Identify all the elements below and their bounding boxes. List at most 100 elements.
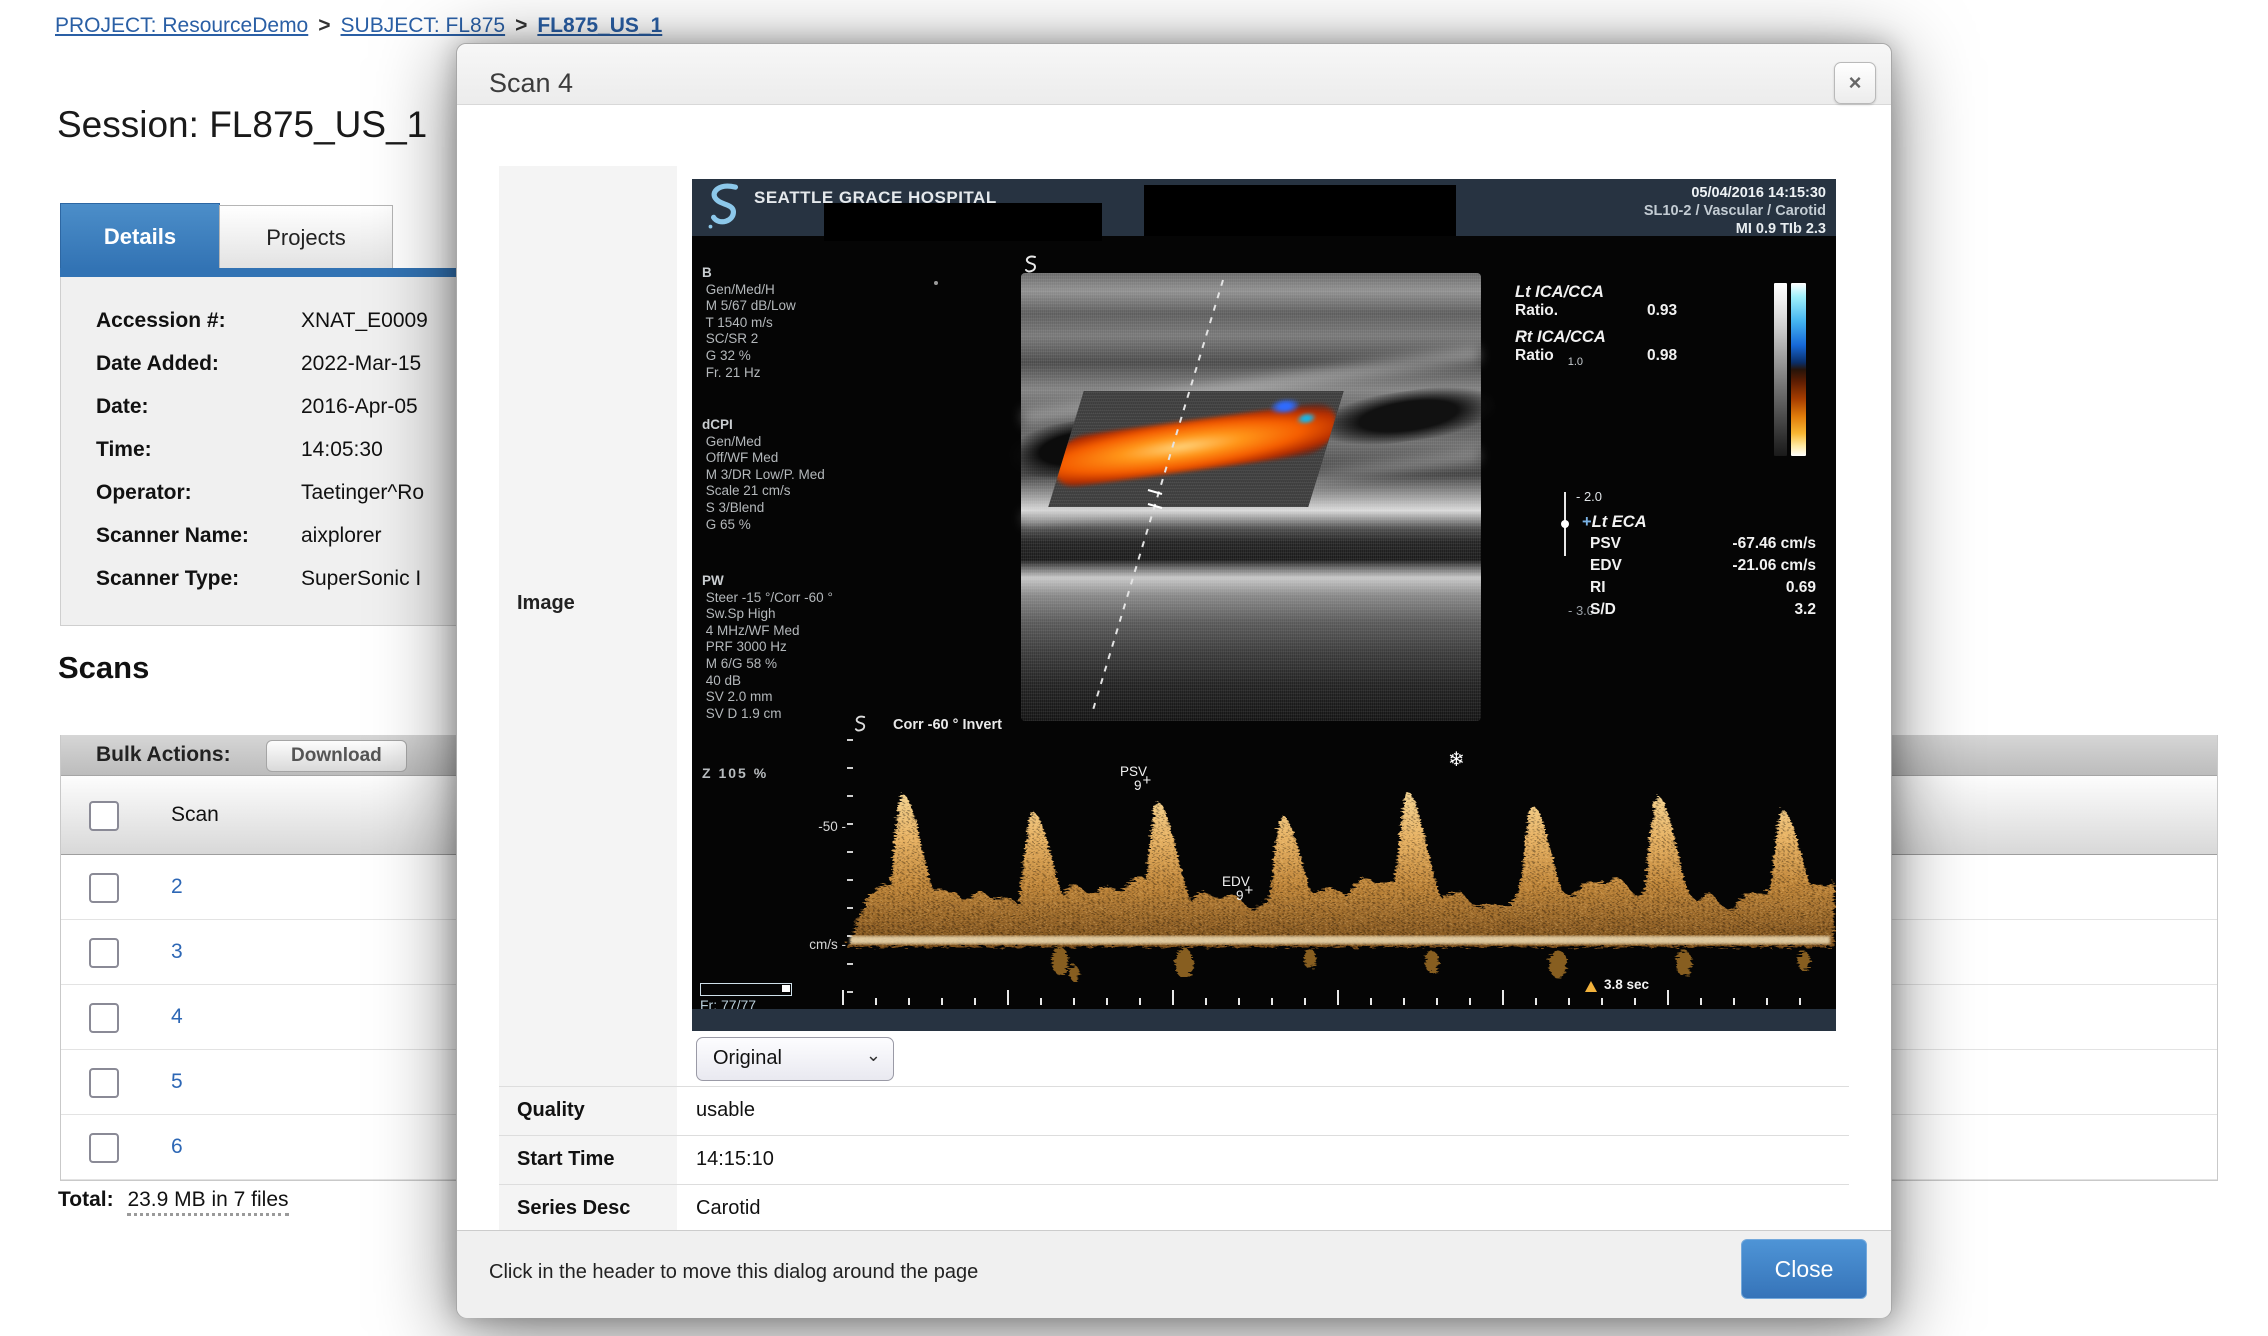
details-value: Taetinger^Ro bbox=[301, 481, 424, 504]
image-version-select[interactable]: Original ⌄ bbox=[696, 1037, 894, 1081]
scan-checkbox[interactable] bbox=[89, 1133, 119, 1163]
scan-link[interactable]: 5 bbox=[171, 1070, 183, 1094]
select-all-checkbox[interactable] bbox=[89, 801, 119, 831]
time-tick bbox=[875, 998, 877, 1005]
details-label: Date: bbox=[96, 385, 301, 428]
details-value: XNAT_E0009 bbox=[301, 309, 428, 332]
page-title: Session: FL875_US_1 bbox=[57, 104, 427, 146]
dialog-title: Scan 4 bbox=[489, 68, 573, 99]
time-tick bbox=[1403, 998, 1405, 1005]
image-row-label: Image bbox=[517, 592, 575, 615]
download-button[interactable]: Download bbox=[266, 740, 407, 772]
time-tick bbox=[1700, 998, 1702, 1005]
info-row-label: Quality bbox=[517, 1099, 585, 1122]
scan-cell: 2 bbox=[171, 855, 183, 919]
scan-checkbox[interactable] bbox=[89, 1003, 119, 1033]
info-row-value: 14:15:10 bbox=[696, 1148, 774, 1171]
dialog-header[interactable]: Scan 4 bbox=[457, 44, 1891, 105]
eca-label: S/D bbox=[1590, 601, 1660, 623]
details-label: Scanner Name: bbox=[96, 514, 301, 557]
tab-projects[interactable]: Projects bbox=[219, 205, 393, 269]
breadcrumb-link[interactable]: PROJECT: ResourceDemo bbox=[55, 14, 308, 37]
total-label: Total: bbox=[58, 1188, 114, 1211]
ultrasound-image: SEATTLE GRACE HOSPITAL 05/04/2016 14:15:… bbox=[692, 179, 1836, 1031]
close-icon[interactable]: × bbox=[1834, 62, 1876, 104]
eca-value: 0.69 bbox=[1660, 579, 1816, 601]
dialog-info-row: Quality usable bbox=[499, 1086, 1849, 1135]
time-tick bbox=[1469, 998, 1471, 1005]
scan-cell: 6 bbox=[171, 1115, 183, 1179]
breadcrumb-separator: > bbox=[505, 14, 537, 37]
scan-checkbox[interactable] bbox=[89, 873, 119, 903]
eca-label: RI bbox=[1590, 579, 1660, 601]
doppler-color-bar bbox=[1791, 283, 1806, 456]
details-row: Scanner Type:SuperSonic I bbox=[96, 557, 428, 600]
time-tick bbox=[1436, 998, 1438, 1005]
scan-checkbox[interactable] bbox=[89, 1068, 119, 1098]
time-tick bbox=[1172, 990, 1174, 1005]
eca-measurement-row: RI0.69 bbox=[1590, 579, 1816, 601]
info-row-label: Series Desc bbox=[517, 1197, 630, 1220]
details-label: Operator: bbox=[96, 471, 301, 514]
scan-cell: 5 bbox=[171, 1050, 183, 1114]
details-value: 2022-Mar-15 bbox=[301, 352, 421, 375]
time-tick bbox=[842, 990, 844, 1005]
scan-link[interactable]: 3 bbox=[171, 940, 183, 964]
details-value: SuperSonic I bbox=[301, 567, 421, 590]
close-button[interactable]: Close bbox=[1741, 1239, 1867, 1299]
total-line: Total: 23.9 MB in 7 files bbox=[58, 1188, 289, 1212]
us-footer-strip bbox=[692, 1009, 1836, 1031]
info-row-value: usable bbox=[696, 1099, 755, 1122]
eca-measurement-row: PSV-67.46 cm/s bbox=[1590, 535, 1816, 557]
details-label: Scanner Type: bbox=[96, 557, 301, 600]
details-value: 2016-Apr-05 bbox=[301, 395, 418, 418]
time-tick bbox=[908, 998, 910, 1005]
total-files-link[interactable]: 23.9 MB in 7 files bbox=[127, 1188, 288, 1216]
time-tick bbox=[941, 998, 943, 1005]
lt-ratio-label: Ratio. bbox=[1515, 302, 1558, 319]
scan-link[interactable]: 6 bbox=[171, 1135, 183, 1159]
time-tick bbox=[1601, 998, 1603, 1005]
frame-progress-bar bbox=[700, 983, 792, 996]
time-tick bbox=[1139, 998, 1141, 1005]
breadcrumb-link[interactable]: FL875_US_1 bbox=[537, 14, 662, 37]
time-tick bbox=[1337, 990, 1339, 1005]
scan-checkbox[interactable] bbox=[89, 938, 119, 968]
breadcrumb-link[interactable]: SUBJECT: FL875 bbox=[341, 14, 506, 37]
corr-invert-line: Corr -60 ° Invert bbox=[854, 715, 1002, 734]
time-axis-ticks bbox=[842, 989, 1836, 1007]
eca-value: 3.2 bbox=[1660, 601, 1816, 623]
scan-dialog: Scan 4 × Image SEATTLE GRACE HOSPITAL 05… bbox=[456, 43, 1892, 1318]
bulk-actions-label: Bulk Actions: bbox=[96, 735, 231, 775]
eca-value: -67.46 cm/s bbox=[1660, 535, 1816, 557]
dialog-info-row: Start Time14:15:10 bbox=[499, 1135, 1849, 1184]
axis-tick-dot bbox=[847, 739, 853, 741]
scans-heading: Scans bbox=[58, 650, 149, 686]
details-label: Accession #: bbox=[96, 299, 301, 342]
scan-cell: 4 bbox=[171, 985, 183, 1049]
time-tick bbox=[1766, 998, 1768, 1005]
tab-details[interactable]: Details bbox=[60, 203, 220, 269]
lt-ica-cca-label: Lt ICA/CCA bbox=[1515, 283, 1775, 302]
time-tick bbox=[1799, 998, 1801, 1005]
scan-link[interactable]: 2 bbox=[171, 875, 183, 899]
sv-depth-dot bbox=[1561, 520, 1569, 528]
mini-s-icon bbox=[854, 715, 867, 734]
time-tick bbox=[974, 998, 976, 1005]
scan-link[interactable]: 4 bbox=[171, 1005, 183, 1029]
eca-label: PSV bbox=[1590, 535, 1660, 557]
time-tick bbox=[1106, 998, 1108, 1005]
eca-label: EDV bbox=[1590, 557, 1660, 579]
details-row: Date Added:2022-Mar-15 bbox=[96, 342, 428, 385]
grayscale-bar bbox=[1774, 283, 1787, 456]
psv-marker: PSV 9+ bbox=[1120, 765, 1151, 793]
time-tick bbox=[1238, 998, 1240, 1005]
time-tick bbox=[1733, 998, 1735, 1005]
eca-measurement-row: EDV-21.06 cm/s bbox=[1590, 557, 1816, 579]
time-tick bbox=[1634, 998, 1636, 1005]
corr-invert-text: Corr -60 ° Invert bbox=[893, 717, 1002, 733]
depth-label-top: - 2.0 bbox=[1576, 489, 1602, 504]
time-tick bbox=[1271, 998, 1273, 1005]
details-value: aixplorer bbox=[301, 524, 382, 547]
details-row: Accession #:XNAT_E0009 bbox=[96, 299, 428, 342]
